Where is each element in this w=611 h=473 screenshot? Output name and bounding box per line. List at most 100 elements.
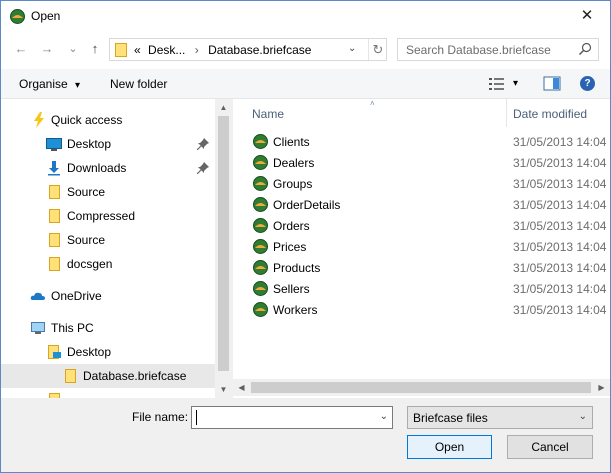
up-button[interactable]: ↑ <box>87 40 103 58</box>
briefcase-file-icon <box>253 134 268 149</box>
briefcase-file-icon <box>253 218 268 233</box>
new-folder-button[interactable]: New folder <box>110 77 167 91</box>
navigation-bar: ← → ⌄ ↑ « Desk... › Database.briefcase ⌄… <box>1 31 610 69</box>
file-date-modified: 31/05/2013 14:04 <box>513 156 607 170</box>
address-prefix[interactable]: « <box>134 43 141 57</box>
file-name: Products <box>273 261 321 275</box>
view-options-icon[interactable] <box>488 76 506 92</box>
sidebar-item-partial <box>1 388 215 398</box>
address-dropdown-icon[interactable]: ⌄ <box>348 43 356 54</box>
search-input[interactable]: Search Database.briefcase <box>406 43 551 57</box>
file-name-field[interactable]: ⌄ <box>191 406 393 429</box>
breadcrumb-database-briefcase[interactable]: Database.briefcase <box>208 43 311 57</box>
briefcase-file-icon <box>253 239 268 254</box>
sidebar-item-database-briefcase[interactable]: Database.briefcase <box>1 364 215 388</box>
file-name: Prices <box>273 240 307 254</box>
scrollbar-thumb[interactable] <box>251 382 591 393</box>
sidebar-item-source-2[interactable]: Source <box>1 228 215 252</box>
forward-button[interactable]: → <box>39 40 55 58</box>
sidebar-item-downloads[interactable]: Downloads <box>1 156 215 180</box>
sidebar-scrollbar[interactable]: ▲ ▼ <box>215 99 231 398</box>
sort-ascending-icon: ˄ <box>370 99 375 108</box>
scroll-right-icon[interactable]: ▶ <box>593 379 610 396</box>
sidebar-item-source[interactable]: Source <box>1 180 215 204</box>
briefcase-file-icon <box>253 302 268 317</box>
scroll-left-icon[interactable]: ◀ <box>233 379 250 396</box>
sidebar-item-label: Source <box>67 233 106 247</box>
open-button[interactable]: Open <box>407 435 492 459</box>
chevron-down-icon: ▾ <box>75 80 81 91</box>
sidebar-item-desktop[interactable]: Desktop <box>1 132 215 156</box>
file-list-pane: ˄ Name Date modified Clients 31/05/2013 1… <box>233 99 610 398</box>
file-list-scrollbar[interactable]: ◀ ▶ <box>233 379 610 396</box>
desktop-icon <box>46 138 62 151</box>
scroll-down-icon[interactable]: ▼ <box>215 381 231 398</box>
file-name-label: File name: <box>132 410 189 424</box>
title-bar: Open ✕ <box>1 1 610 31</box>
close-icon: ✕ <box>580 7 594 24</box>
file-name: Workers <box>273 303 318 317</box>
sidebar-item-label: This PC <box>51 321 94 335</box>
briefcase-file-icon <box>253 176 268 191</box>
table-row[interactable]: Prices 31/05/2013 14:04 <box>233 236 610 257</box>
file-date-modified: 31/05/2013 14:04 <box>513 303 607 317</box>
open-dialog: Open ✕ ← → ⌄ ↑ « Desk... › Database.brie… <box>0 0 611 473</box>
sidebar-item-quick-access[interactable]: Quick access <box>1 108 215 132</box>
sidebar-item-label: Desktop <box>67 345 112 359</box>
file-name: Sellers <box>273 282 310 296</box>
file-name: Dealers <box>273 156 315 170</box>
help-icon[interactable]: ? <box>580 76 595 91</box>
breadcrumb-desktop[interactable]: Desk... <box>148 43 185 57</box>
file-date-modified: 31/05/2013 14:04 <box>513 177 607 191</box>
sidebar-item-compressed[interactable]: Compressed <box>1 204 215 228</box>
table-row[interactable]: Sellers 31/05/2013 14:04 <box>233 278 610 299</box>
search-box[interactable]: Search Database.briefcase <box>397 38 599 61</box>
sidebar-item-pc-desktop[interactable]: Desktop <box>1 340 215 364</box>
sidebar-item-label: Database.briefcase <box>83 369 187 383</box>
window-title: Open <box>31 9 61 23</box>
column-divider[interactable] <box>506 99 507 127</box>
cancel-button[interactable]: Cancel <box>507 435 593 459</box>
pin-icon <box>197 162 209 174</box>
sidebar-item-label: Quick access <box>51 113 123 127</box>
file-type-value: Briefcase files <box>413 411 488 425</box>
table-row[interactable]: Orders 31/05/2013 14:04 <box>233 215 610 236</box>
sidebar-item-this-pc[interactable]: This PC <box>1 316 215 340</box>
table-row[interactable]: Dealers 31/05/2013 14:04 <box>233 152 610 173</box>
briefcase-file-icon <box>253 155 268 170</box>
refresh-button[interactable]: ↻ <box>368 39 387 60</box>
sidebar-item-label: OneDrive <box>51 289 102 303</box>
sidebar-item-label: Compressed <box>67 209 136 223</box>
sidebar-item-label: docsgen <box>67 257 113 271</box>
view-dropdown-icon[interactable]: ▾ <box>513 78 518 89</box>
scroll-up-icon[interactable]: ▲ <box>215 99 231 116</box>
briefcase-file-icon <box>253 260 268 275</box>
sidebar-item-label: Desktop <box>67 137 112 151</box>
search-icon <box>578 42 592 56</box>
folder-icon <box>49 185 60 199</box>
table-row[interactable]: Workers 31/05/2013 14:04 <box>233 299 610 320</box>
sidebar-item-onedrive[interactable]: OneDrive <box>1 284 215 308</box>
file-type-select[interactable]: Briefcase files ⌄ <box>407 406 593 429</box>
app-icon <box>10 9 25 24</box>
sidebar-item-docsgen[interactable]: docsgen <box>1 252 215 276</box>
file-date-modified: 31/05/2013 14:04 <box>513 219 607 233</box>
organise-button[interactable]: Organise ▾ <box>19 77 80 91</box>
folder-icon <box>49 209 60 223</box>
table-row[interactable]: Groups 31/05/2013 14:04 <box>233 173 610 194</box>
close-button[interactable]: ✕ <box>576 5 598 27</box>
chevron-down-icon: ⌄ <box>578 411 587 422</box>
table-row[interactable]: OrderDetails 31/05/2013 14:04 <box>233 194 610 215</box>
back-button[interactable]: ← <box>13 40 29 58</box>
cloud-icon <box>30 292 45 300</box>
chevron-down-icon[interactable]: ⌄ <box>380 411 388 422</box>
scrollbar-thumb[interactable] <box>218 116 229 371</box>
recent-locations-button[interactable]: ⌄ <box>65 40 81 58</box>
breadcrumb-separator: › <box>194 43 199 57</box>
table-row[interactable]: Clients 31/05/2013 14:04 <box>233 131 610 152</box>
sidebar-item-label: Downloads <box>67 161 127 175</box>
preview-pane-icon[interactable] <box>543 76 561 92</box>
quick-access-icon <box>34 112 44 128</box>
table-row[interactable]: Products 31/05/2013 14:04 <box>233 257 610 278</box>
address-bar[interactable]: « Desk... › Database.briefcase ⌄ ↻ <box>109 38 387 61</box>
